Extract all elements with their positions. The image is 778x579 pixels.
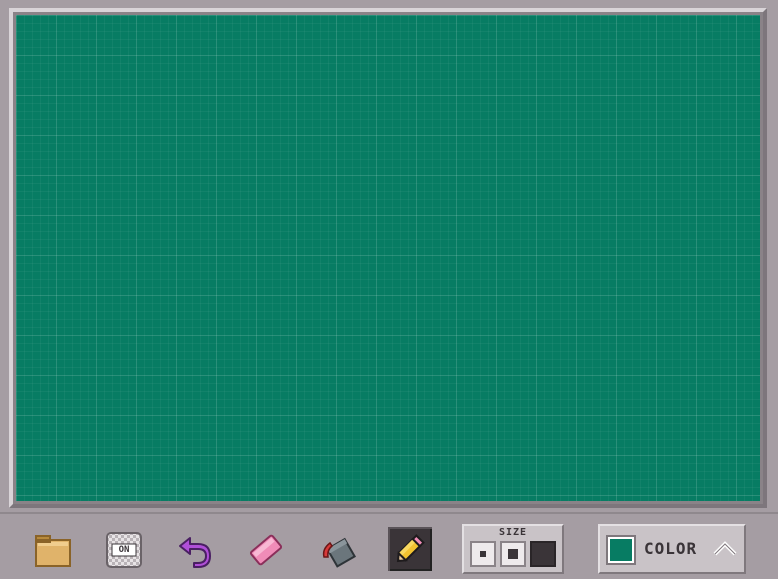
size-medium-button[interactable] bbox=[500, 541, 526, 567]
color-picker-button[interactable]: COLOR bbox=[598, 524, 746, 574]
grid-toggle-button[interactable]: ON bbox=[104, 530, 144, 570]
size-label: SIZE bbox=[498, 527, 528, 538]
folder-icon bbox=[34, 532, 72, 568]
current-color-swatch bbox=[606, 535, 636, 565]
undo-button[interactable] bbox=[175, 530, 215, 570]
size-panel: SIZE bbox=[462, 524, 564, 574]
canvas-frame bbox=[9, 8, 767, 508]
chevron-up-icon bbox=[712, 538, 738, 564]
fill-bucket-button[interactable] bbox=[318, 530, 358, 570]
size-small-button[interactable] bbox=[470, 541, 496, 567]
pencil-button[interactable] bbox=[388, 527, 432, 571]
eraser-icon bbox=[246, 532, 286, 568]
size-small-dot bbox=[480, 551, 486, 557]
undo-icon bbox=[176, 532, 214, 568]
color-label: COLOR bbox=[644, 539, 698, 558]
drawing-canvas[interactable] bbox=[16, 15, 760, 501]
drawing-app: ON SIZE COLOR bbox=[0, 0, 778, 579]
open-folder-button[interactable] bbox=[33, 530, 73, 570]
eraser-button[interactable] bbox=[246, 530, 286, 570]
size-medium-dot bbox=[508, 549, 518, 559]
pencil-icon bbox=[391, 530, 429, 568]
fill-bucket-icon bbox=[318, 531, 358, 569]
size-large-button[interactable] bbox=[530, 541, 556, 567]
grid-toggle-icon: ON bbox=[106, 532, 142, 568]
toolbar: ON SIZE COLOR bbox=[0, 512, 778, 579]
grid-toggle-label: ON bbox=[118, 545, 130, 555]
